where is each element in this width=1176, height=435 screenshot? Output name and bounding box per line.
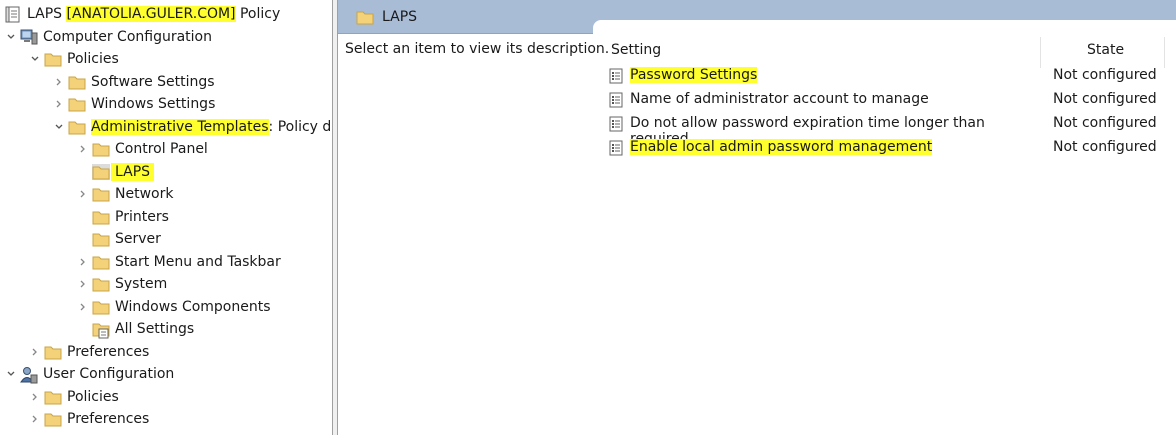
folder-icon [44, 51, 62, 67]
tree-item-label: Windows Settings [91, 96, 216, 112]
setting-list-icon [608, 68, 624, 84]
chevron-right-icon[interactable] [54, 99, 64, 109]
settings-list: Setting State Password Settings Not conf… [603, 34, 1176, 435]
folder-icon [68, 96, 86, 112]
setting-state: Not configured [1053, 91, 1157, 107]
tree-item-user-policies[interactable]: Policies [30, 386, 119, 408]
chevron-right-icon[interactable] [78, 279, 88, 289]
setting-list-icon [608, 140, 624, 156]
computer-icon [20, 29, 38, 45]
tree-item-network[interactable]: Network [78, 183, 173, 205]
setting-row-admin-account-name[interactable]: Name of administrator account to manage … [603, 88, 1176, 112]
tree-item-label: LAPS [111, 163, 155, 181]
setting-row-enable-local-admin-password[interactable]: Enable local admin password management N… [603, 136, 1176, 160]
chevron-down-icon[interactable] [6, 369, 16, 379]
details-header: LAPS [338, 0, 1176, 35]
tree-item-label: Control Panel [115, 141, 208, 157]
setting-name: Name of administrator account to manage [630, 91, 929, 107]
chevron-down-icon[interactable] [30, 54, 40, 64]
all-settings-icon [92, 321, 110, 339]
policy-document-icon [4, 6, 22, 23]
tree-item-user-preferences[interactable]: Preferences [30, 408, 149, 430]
folder-icon [92, 209, 110, 225]
setting-row-password-expiration[interactable]: Do not allow password expiration time lo… [603, 112, 1176, 147]
setting-name: Enable local admin password management [630, 139, 933, 155]
user-icon [20, 366, 38, 384]
chevron-right-icon[interactable] [78, 302, 88, 312]
details-pane: LAPS Select an item to view its descript… [338, 0, 1176, 435]
chevron-down-icon[interactable] [54, 122, 64, 132]
folder-icon [92, 276, 110, 292]
tree-item-label: Server [115, 231, 161, 247]
tree-item-administrative-templates[interactable]: Administrative Templates: Policy def [54, 116, 332, 138]
tree-item-label: Policies [67, 389, 119, 405]
tree-item-server[interactable]: Server [88, 228, 161, 250]
folder-icon [44, 411, 62, 427]
chevron-right-icon[interactable] [30, 392, 40, 402]
tree-item-software-settings[interactable]: Software Settings [54, 71, 215, 93]
chevron-right-icon[interactable] [30, 414, 40, 424]
tree-item-label: Computer Configuration [43, 29, 212, 45]
tree-item-label: Printers [115, 209, 169, 225]
setting-list-icon [608, 92, 624, 108]
tree-item-all-settings[interactable]: All Settings [88, 318, 194, 340]
tree-item-label: User Configuration [43, 366, 175, 382]
tree-item-label: System [115, 276, 168, 292]
folder-icon [92, 186, 110, 202]
setting-list-icon [608, 116, 624, 132]
chevron-right-icon[interactable] [78, 257, 88, 267]
tree-item-start-menu-taskbar[interactable]: Start Menu and Taskbar [78, 251, 281, 273]
tree-item-computer-configuration[interactable]: Computer Configuration [6, 26, 212, 48]
chevron-right-icon[interactable] [78, 189, 88, 199]
details-header-title: LAPS [382, 9, 418, 25]
tree-item-system[interactable]: System [78, 273, 167, 295]
tree-item-preferences[interactable]: Preferences [30, 341, 149, 363]
tree-item-label: Policies [67, 51, 119, 67]
chevron-right-icon[interactable] [30, 347, 40, 357]
setting-state: Not configured [1053, 67, 1157, 83]
tree-item-user-configuration[interactable]: User Configuration [6, 363, 174, 385]
tree-item-windows-settings[interactable]: Windows Settings [54, 93, 215, 115]
tree-item-windows-components[interactable]: Windows Components [78, 296, 271, 318]
setting-state: Not configured [1053, 139, 1157, 155]
tree-item-label: Preferences [67, 344, 150, 360]
folder-icon [92, 299, 110, 315]
chevron-right-icon[interactable] [54, 77, 64, 87]
tree-item-label: Administrative Templates: Policy def [91, 119, 332, 135]
folder-icon [92, 254, 110, 270]
tree-item-label: Software Settings [91, 74, 215, 90]
tree-item-label: Windows Components [115, 299, 271, 315]
folder-icon [68, 119, 86, 135]
setting-state: Not configured [1053, 115, 1157, 131]
description-text: Select an item to view its description. [345, 41, 610, 57]
chevron-down-icon[interactable] [6, 32, 16, 42]
folder-icon [92, 231, 110, 247]
tree-item-control-panel[interactable]: Control Panel [78, 138, 208, 160]
tree-item-policies[interactable]: Policies [30, 48, 119, 70]
tree-item-label: LAPS [ANATOLIA.GULER.COM] Policy [27, 6, 281, 22]
folder-icon [44, 389, 62, 405]
tree-item-label: Preferences [67, 411, 150, 427]
folder-icon [92, 141, 110, 157]
setting-row-password-settings[interactable]: Password Settings Not configured [603, 64, 1176, 88]
folder-icon [92, 164, 110, 180]
settings-column-header: Setting State [603, 37, 1176, 68]
setting-name: Password Settings [630, 67, 758, 83]
console-tree: LAPS [ANATOLIA.GULER.COM] Policy Compute… [0, 0, 332, 435]
column-header-setting[interactable]: Setting [611, 42, 661, 58]
folder-icon [44, 344, 62, 360]
tree-item-laps[interactable]: LAPS [88, 161, 155, 183]
chevron-right-icon[interactable] [78, 144, 88, 154]
standard-view-tab [593, 20, 1176, 35]
column-header-state[interactable]: State [1087, 42, 1124, 58]
tree-item-label: Start Menu and Taskbar [115, 254, 281, 270]
tree-item-printers[interactable]: Printers [88, 206, 169, 228]
tree-item-label: Network [115, 186, 174, 202]
folder-icon [68, 74, 86, 90]
tree-item-label: All Settings [115, 321, 195, 337]
tree-item-root-policy[interactable]: LAPS [ANATOLIA.GULER.COM] Policy [4, 3, 280, 25]
folder-icon [356, 9, 374, 25]
